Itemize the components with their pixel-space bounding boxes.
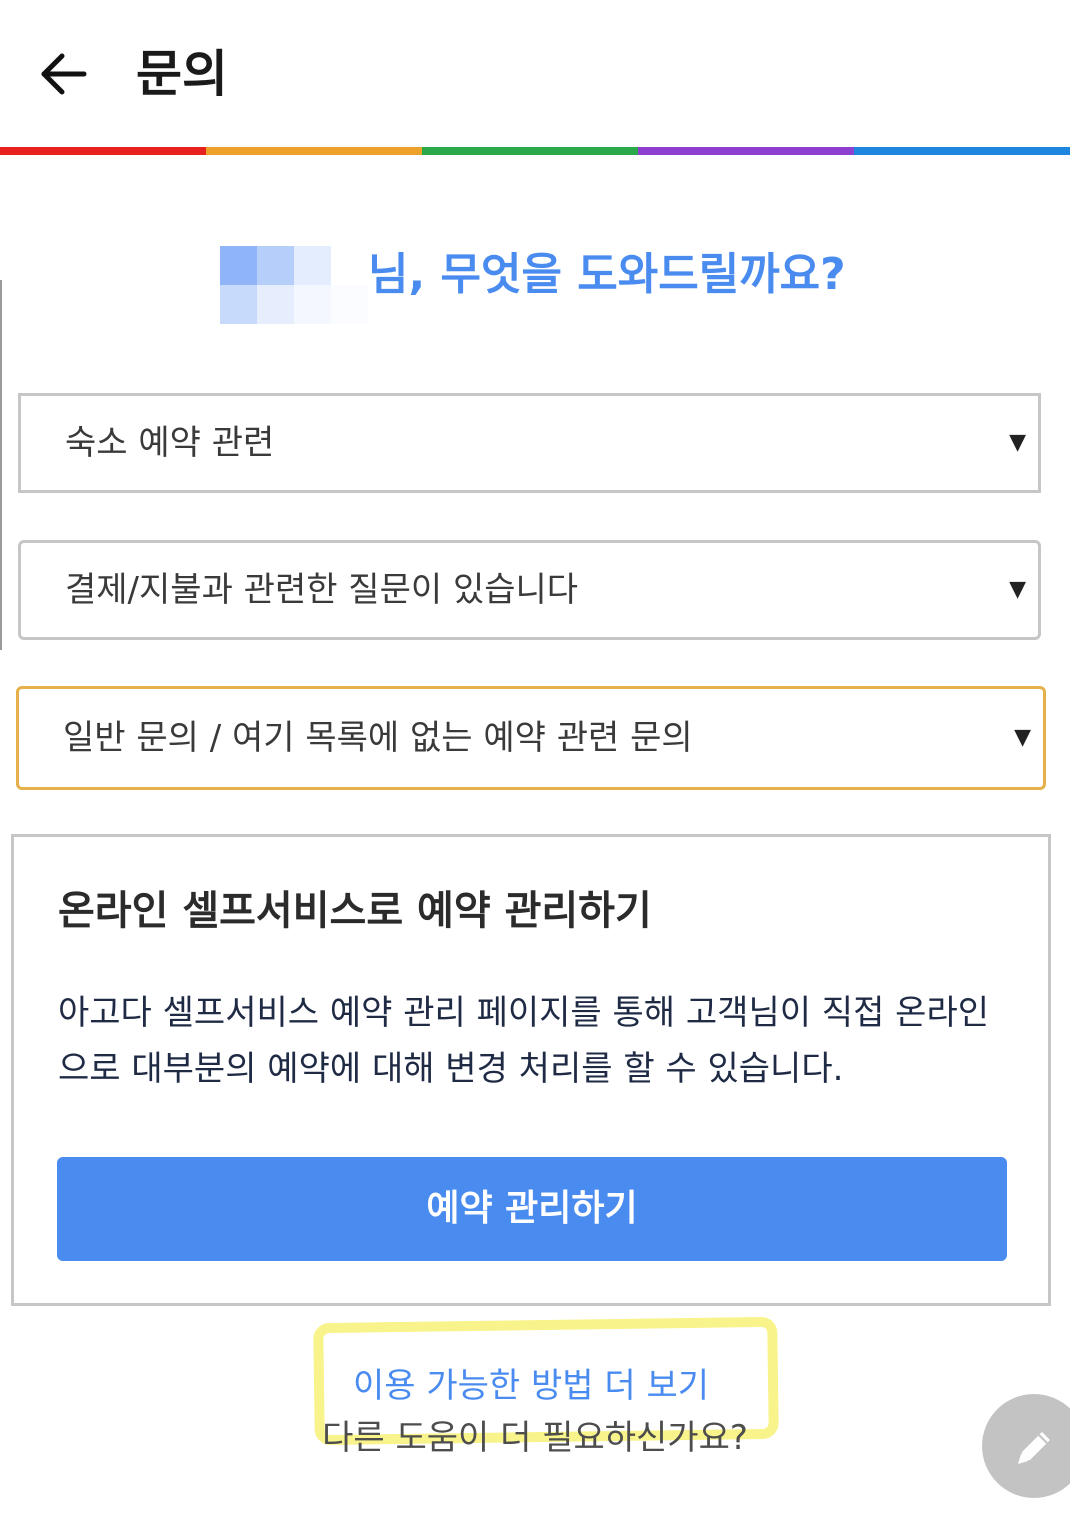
divider-segment-green: [422, 147, 638, 155]
category-select-value: 숙소 예약 관련: [65, 423, 275, 463]
pencil-icon: [1018, 1432, 1050, 1464]
rainbow-divider: [0, 147, 1070, 155]
divider-segment-orange: [206, 147, 422, 155]
back-button[interactable]: [32, 44, 92, 104]
manage-booking-button[interactable]: 예약 관리하기: [57, 1157, 1007, 1261]
question-select-value: 일반 문의 / 여기 목록에 없는 예약 관련 문의: [63, 718, 693, 758]
write-fab-button[interactable]: [982, 1394, 1070, 1498]
blurred-user-name: [220, 246, 368, 324]
more-options-link[interactable]: 이용 가능한 방법 더 보기: [0, 1356, 1070, 1416]
question-select[interactable]: 일반 문의 / 여기 목록에 없는 예약 관련 문의 ▼: [16, 686, 1046, 790]
dropdown-arrow-icon: ▼: [1009, 577, 1026, 602]
app-header: 문의: [0, 0, 1070, 148]
divider-segment-blue: [854, 147, 1070, 155]
page-title: 문의: [136, 45, 228, 103]
topic-select-value: 결제/지불과 관련한 질문이 있습니다: [65, 570, 579, 610]
topic-select[interactable]: 결제/지불과 관련한 질문이 있습니다 ▼: [18, 540, 1041, 640]
divider-segment-red: [0, 147, 206, 155]
dropdown-arrow-icon: ▼: [1014, 725, 1031, 750]
edge-divider: [0, 280, 2, 650]
self-service-title: 온라인 셀프서비스로 예약 관리하기: [58, 888, 652, 934]
greeting-section: 님, 무엇을 도와드릴까요?: [0, 240, 1070, 330]
self-service-description: 아고다 셀프서비스 예약 관리 페이지를 통해 고객님이 직접 온라인으로 대부…: [58, 993, 990, 1089]
help-prompt: 다른 도움이 더 필요하신가요?: [322, 1418, 748, 1458]
category-select[interactable]: 숙소 예약 관련 ▼: [18, 393, 1041, 493]
arrow-left-icon: [41, 53, 87, 95]
more-options-link-label: 이용 가능한 방법 더 보기: [352, 1366, 710, 1406]
divider-segment-purple: [638, 147, 854, 155]
greeting-text: 님, 무엇을 도와드릴까요?: [368, 249, 846, 300]
self-service-card: 온라인 셀프서비스로 예약 관리하기 아고다 셀프서비스 예약 관리 페이지를 …: [11, 834, 1051, 1306]
dropdown-arrow-icon: ▼: [1009, 430, 1026, 455]
